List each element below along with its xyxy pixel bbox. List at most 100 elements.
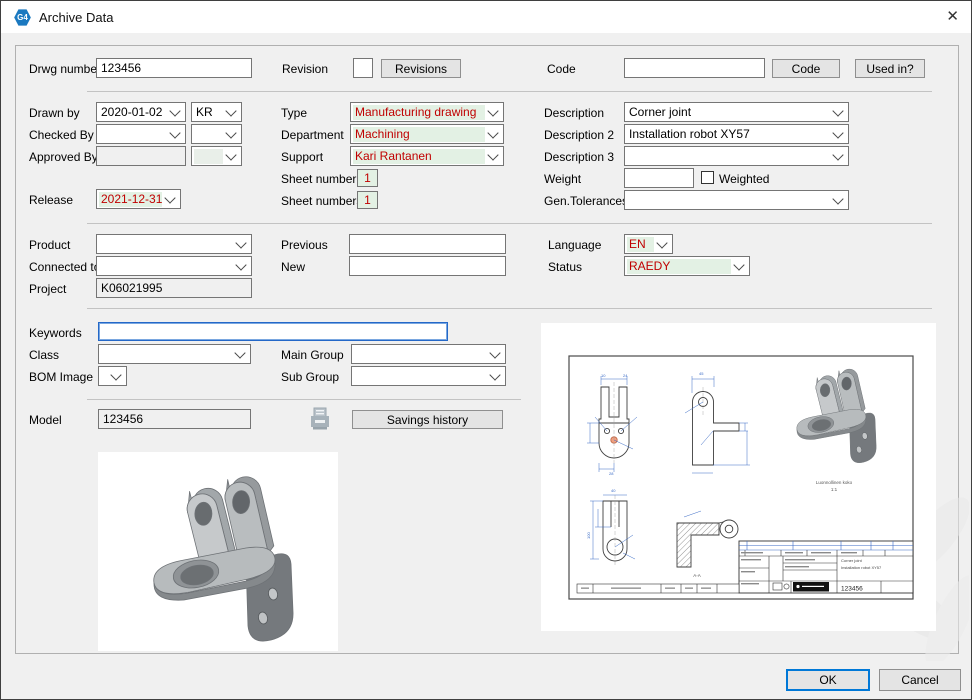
bom-image-label: BOM Image bbox=[29, 370, 93, 384]
weighted-checkbox[interactable] bbox=[701, 171, 714, 184]
product-label: Product bbox=[29, 238, 70, 252]
archive-data-dialog: G4 Archive Data ✕ Drwg number 123456 Rev… bbox=[0, 0, 972, 700]
description2-combo[interactable]: Installation robot XY57 bbox=[624, 124, 849, 144]
weighted-label: Weighted bbox=[719, 172, 769, 186]
chevron-down-icon bbox=[235, 237, 246, 248]
dim-label: 45 bbox=[699, 371, 704, 376]
close-icon[interactable]: ✕ bbox=[946, 8, 959, 26]
description2-value: Installation robot XY57 bbox=[627, 127, 830, 142]
drwg-number-value: 123456 bbox=[101, 61, 141, 75]
chevron-down-icon bbox=[164, 192, 175, 203]
new-label: New bbox=[281, 260, 305, 274]
code-field[interactable] bbox=[624, 58, 765, 78]
department-combo[interactable]: Machining bbox=[350, 124, 504, 144]
chevron-down-icon bbox=[487, 127, 498, 138]
chevron-down-icon bbox=[489, 369, 500, 380]
description-combo[interactable]: Corner joint bbox=[624, 102, 849, 122]
description3-value bbox=[627, 149, 830, 164]
connected-to-label: Connected to bbox=[29, 260, 100, 274]
revision-field[interactable] bbox=[353, 58, 373, 78]
description3-combo[interactable] bbox=[624, 146, 849, 166]
project-label: Project bbox=[29, 282, 66, 296]
chevron-down-icon bbox=[656, 237, 667, 248]
product-combo[interactable] bbox=[96, 234, 252, 254]
g4-app-icon: G4 bbox=[14, 9, 31, 26]
chevron-down-icon bbox=[235, 259, 246, 270]
dim-label: 100 bbox=[586, 532, 591, 539]
description3-label: Description 3 bbox=[544, 150, 614, 164]
separator bbox=[87, 399, 521, 400]
description-label: Description bbox=[544, 106, 604, 120]
approved-initials-value bbox=[194, 149, 223, 164]
revision-label: Revision bbox=[282, 62, 328, 76]
project-field: K06021995 bbox=[96, 278, 252, 298]
title-block-number: 123456 bbox=[841, 586, 863, 593]
sheet-number-field[interactable]: 1 bbox=[357, 169, 378, 187]
sheet-numbers-label: Sheet numbers bbox=[281, 194, 362, 208]
gen-tolerances-value bbox=[627, 193, 830, 208]
window-title: Archive Data bbox=[39, 10, 113, 25]
sheet-bottom-strip bbox=[577, 584, 739, 593]
class-combo[interactable] bbox=[98, 344, 251, 364]
savings-history-button[interactable]: Savings history bbox=[352, 410, 503, 429]
code-label: Code bbox=[547, 62, 576, 76]
model-value: 123456 bbox=[103, 412, 143, 426]
separator bbox=[87, 91, 932, 92]
class-label: Class bbox=[29, 348, 59, 362]
sub-group-combo[interactable] bbox=[351, 366, 506, 386]
used-in-button[interactable]: Used in? bbox=[855, 59, 925, 78]
title-block: Corner joint Installation robot XY57 123… bbox=[739, 541, 913, 593]
chevron-down-icon bbox=[487, 149, 498, 160]
chevron-down-icon bbox=[225, 105, 236, 116]
bom-image-combo[interactable] bbox=[98, 366, 127, 386]
sheet-numbers-field[interactable]: 1 bbox=[357, 191, 378, 209]
status-label: Status bbox=[548, 260, 582, 274]
code-button[interactable]: Code bbox=[772, 59, 840, 78]
dim-label: 40 bbox=[611, 488, 616, 493]
new-field[interactable] bbox=[349, 256, 506, 276]
main-group-label: Main Group bbox=[281, 348, 344, 362]
sheet-number-label: Sheet number bbox=[281, 172, 356, 186]
release-combo[interactable]: 2021-12-31 bbox=[96, 189, 181, 209]
ok-button[interactable]: OK bbox=[786, 669, 870, 691]
release-label: Release bbox=[29, 193, 73, 207]
approved-initials-combo[interactable] bbox=[191, 146, 242, 166]
keywords-field[interactable] bbox=[98, 322, 448, 341]
connected-to-value bbox=[99, 259, 233, 274]
dim-label: 10 bbox=[601, 373, 606, 378]
separator bbox=[87, 308, 932, 309]
dim-label: 24 bbox=[623, 373, 628, 378]
drawn-initials-combo[interactable]: KR bbox=[191, 102, 242, 122]
chevron-down-icon bbox=[169, 105, 180, 116]
previous-field[interactable] bbox=[349, 234, 506, 254]
drawn-date-combo[interactable]: 2020-01-02 bbox=[96, 102, 186, 122]
chevron-down-icon bbox=[110, 369, 121, 380]
status-combo[interactable]: RAEDY bbox=[624, 256, 750, 276]
title-block-description: Corner joint bbox=[841, 558, 863, 563]
language-combo[interactable]: EN bbox=[624, 234, 673, 254]
checked-date-combo[interactable] bbox=[96, 124, 186, 144]
project-value: K06021995 bbox=[101, 281, 162, 295]
dim-label: 28 bbox=[609, 471, 614, 476]
drawing-sheet: 10 24 28 45 Luonnollinen kok bbox=[541, 323, 936, 631]
main-group-value bbox=[354, 347, 487, 362]
chevron-down-icon bbox=[234, 347, 245, 358]
gen-tolerances-combo[interactable] bbox=[624, 190, 849, 210]
cancel-button[interactable]: Cancel bbox=[879, 669, 961, 691]
drwg-number-label: Drwg number bbox=[29, 62, 101, 76]
app-icon-text: G4 bbox=[17, 13, 28, 22]
title-bar: G4 Archive Data ✕ bbox=[1, 1, 971, 33]
checked-initials-combo[interactable] bbox=[191, 124, 242, 144]
connected-to-combo[interactable] bbox=[96, 256, 252, 276]
type-combo[interactable]: Manufacturing drawing bbox=[350, 102, 504, 122]
revisions-button[interactable]: Revisions bbox=[381, 59, 461, 78]
type-value: Manufacturing drawing bbox=[353, 105, 485, 120]
weight-field[interactable] bbox=[624, 168, 694, 188]
drwg-number-field[interactable]: 123456 bbox=[96, 58, 252, 78]
main-group-combo[interactable] bbox=[351, 344, 506, 364]
drawn-initials-value: KR bbox=[194, 105, 223, 120]
support-combo[interactable]: Kari Rantanen bbox=[350, 146, 504, 166]
chevron-down-icon bbox=[832, 149, 843, 160]
chevron-down-icon bbox=[489, 347, 500, 358]
model-3d-drawing bbox=[98, 452, 338, 651]
